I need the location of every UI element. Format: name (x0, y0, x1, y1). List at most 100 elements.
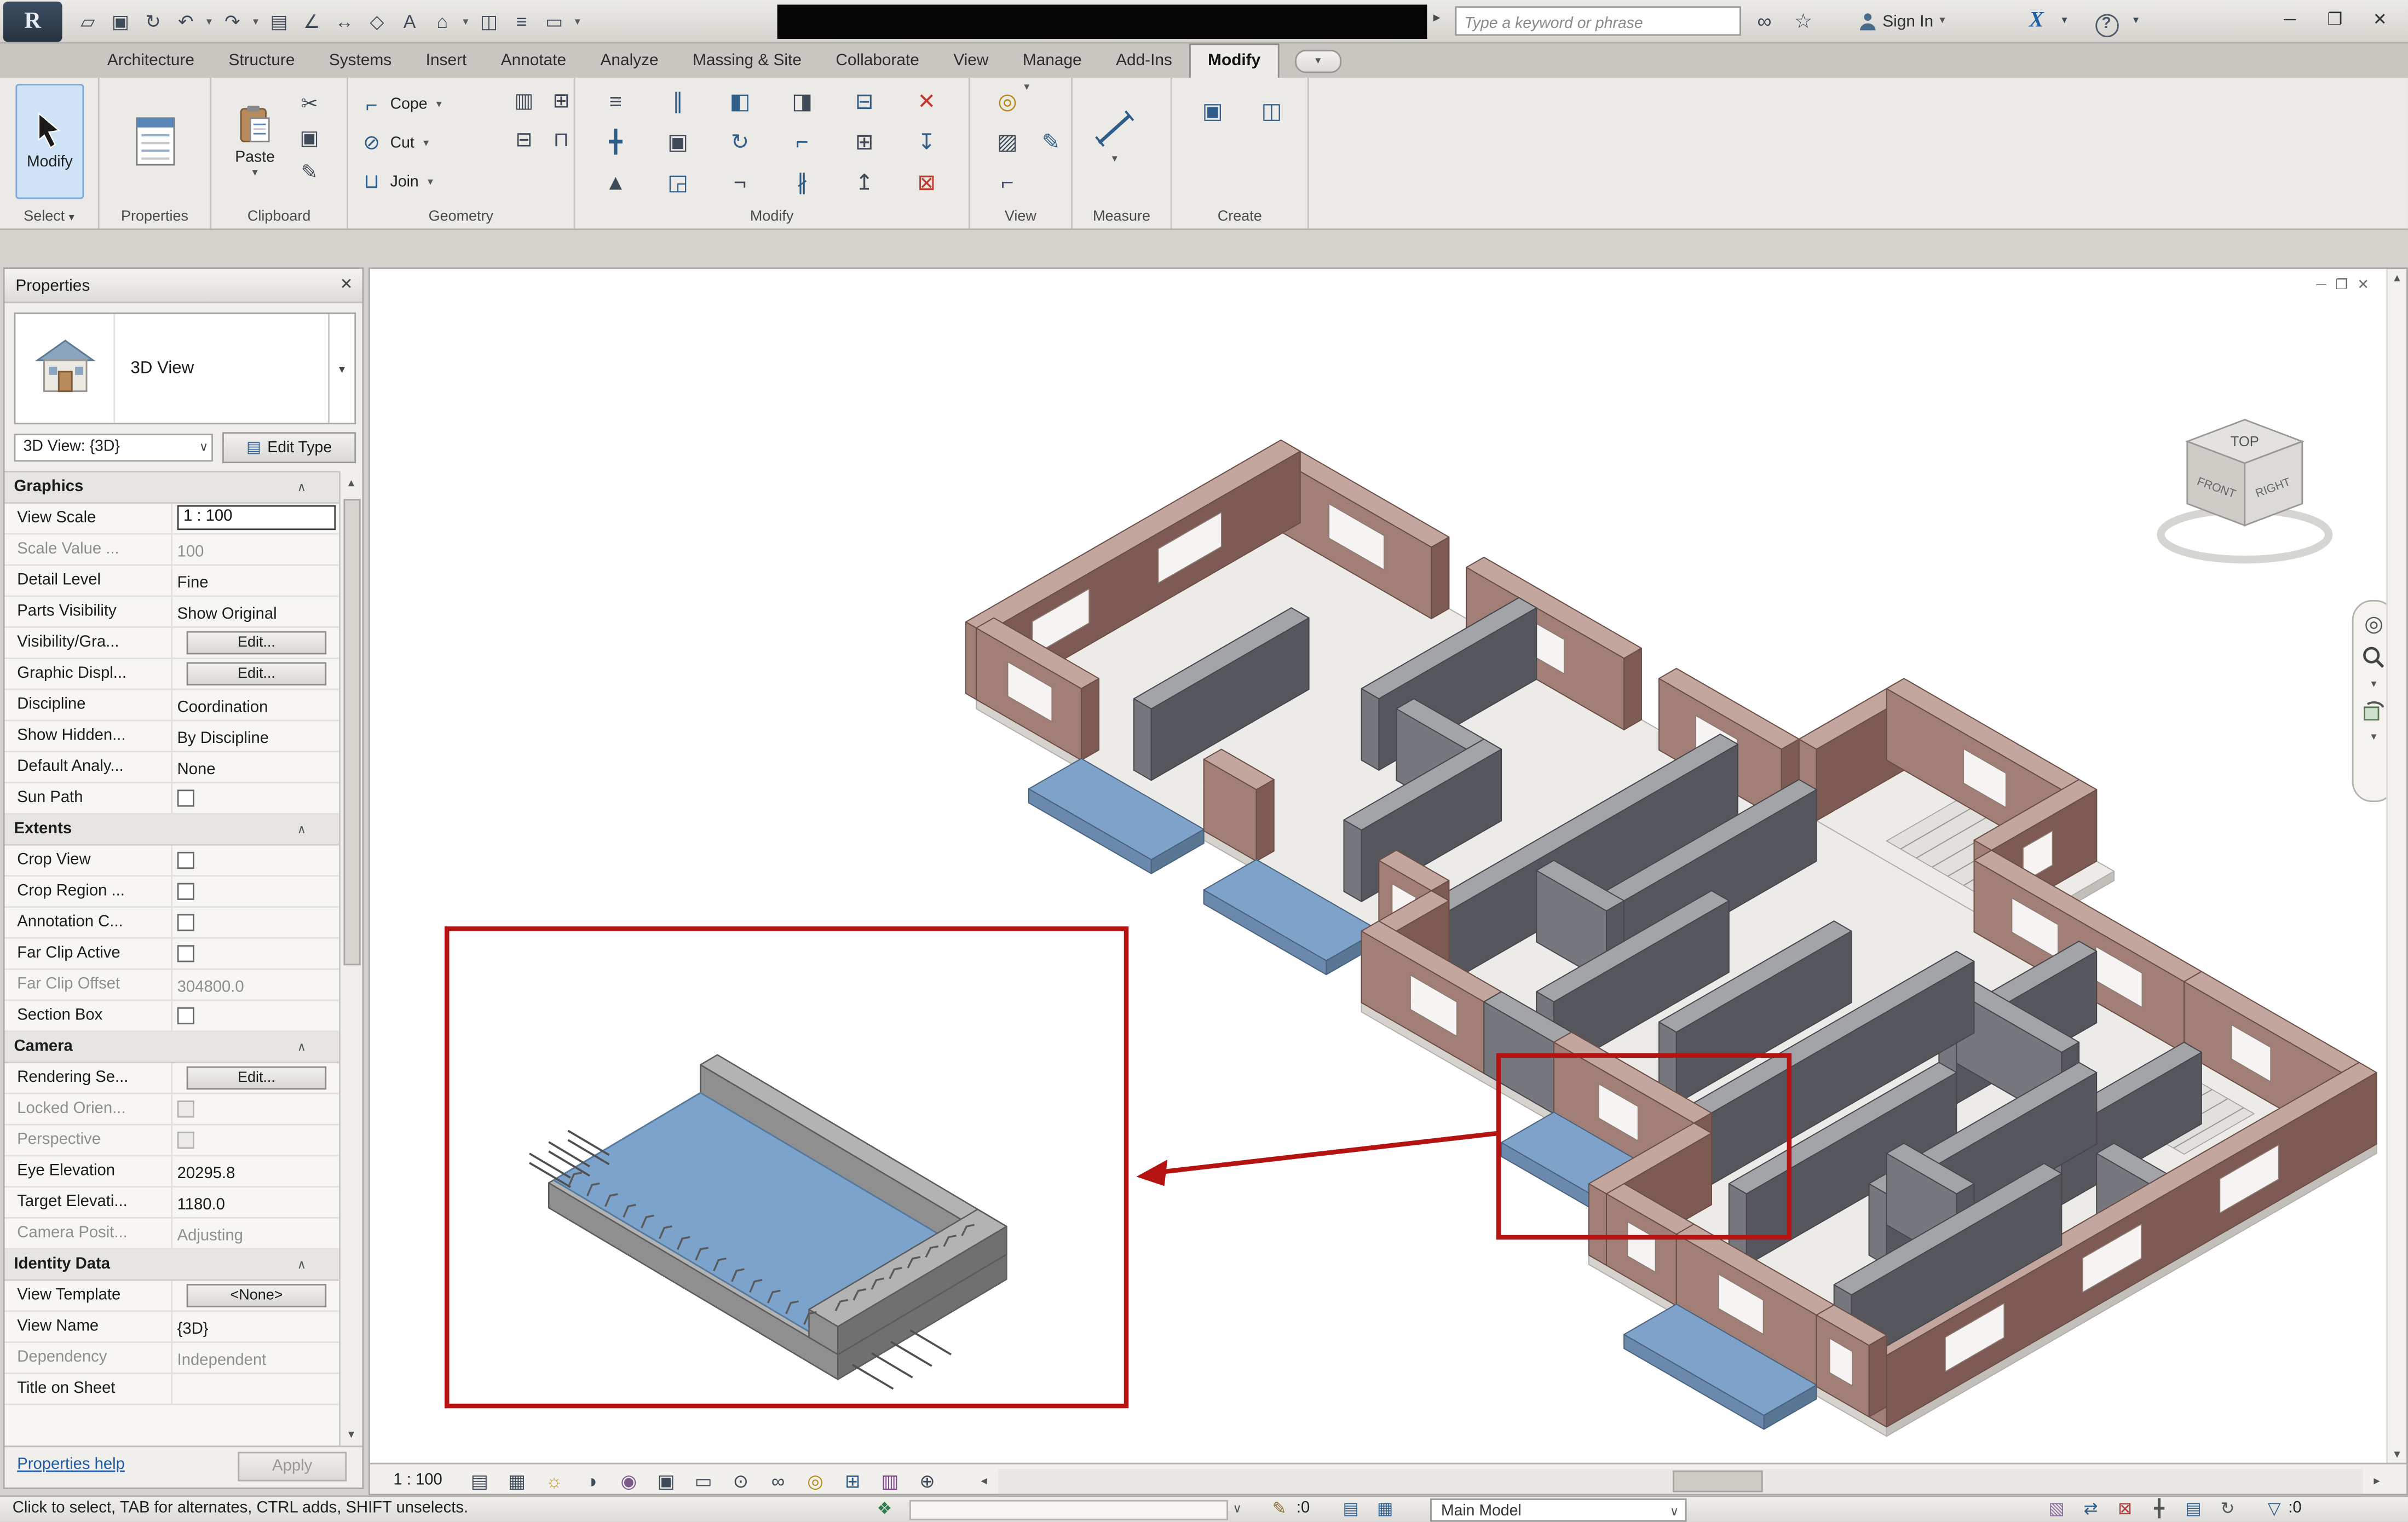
combo-arrow-icon[interactable]: ∨ (1232, 1497, 1242, 1522)
move-icon[interactable]: ╋ (585, 121, 647, 162)
scroll-down-icon[interactable]: ▾ (341, 1424, 362, 1446)
scale-icon[interactable]: ◲ (647, 162, 709, 202)
split-gap-icon[interactable]: ∦ (771, 162, 833, 202)
search-binoculars-icon[interactable]: ∞ (1747, 0, 1781, 43)
view-window-controls[interactable]: ─❐✕ (2316, 276, 2378, 293)
design-options-icon[interactable]: ▧ (2040, 1497, 2073, 1521)
chevron-down-icon[interactable]: ▾ (328, 314, 354, 423)
property-value-text[interactable]: {3D} (177, 1321, 209, 1338)
scrollbar-thumb[interactable] (1673, 1471, 1763, 1492)
worksets-dialog-icon[interactable]: ▦ (1368, 1497, 1402, 1522)
active-workset-selector[interactable]: Main Model ∨ (1430, 1498, 1686, 1522)
edit-button[interactable]: Edit... (187, 662, 327, 685)
panel-label-properties[interactable]: Properties (100, 205, 210, 229)
offset-icon[interactable]: ∥ (647, 81, 709, 122)
horizontal-scrollbar[interactable] (998, 1469, 2363, 1494)
unjoin-icon[interactable]: ⊠ (895, 162, 958, 202)
tab-analyze[interactable]: Analyze (583, 45, 676, 78)
exchange-apps-icon[interactable]: X (2021, 0, 2052, 43)
create-group-icon[interactable]: ▣ (1182, 90, 1244, 131)
property-value-text[interactable]: Independent (177, 1352, 267, 1369)
qat-overflow-icon[interactable]: ▸ (1433, 9, 1441, 26)
beam-joins-icon[interactable]: ⊟ (507, 123, 541, 157)
subscription-star-icon[interactable]: ☆ (1788, 0, 1819, 43)
chevron-down-icon[interactable]: ▾ (2055, 0, 2073, 43)
cope-tool[interactable]: ⌐Cope▾ (358, 85, 446, 123)
section-header-extents[interactable]: Extents∧ (5, 815, 341, 846)
detail-level-icon[interactable]: ▤ (461, 1469, 498, 1491)
checkbox[interactable] (177, 945, 194, 962)
tab-collaborate[interactable]: Collaborate (819, 45, 936, 78)
paste-button[interactable]: Paste ▾ (224, 84, 286, 199)
property-value-text[interactable]: None (177, 762, 216, 779)
collapse-chevron-icon[interactable]: ∧ (297, 472, 307, 502)
worksets-icon[interactable]: ▤ (1334, 1497, 1368, 1522)
view-scale-button[interactable]: 1 : 100 (393, 1472, 442, 1489)
press-drag-icon[interactable]: ╋ (2142, 1497, 2176, 1521)
property-value-text[interactable]: Adjusting (177, 1228, 243, 1245)
save-icon[interactable]: ▣ (104, 2, 137, 42)
section-header-camera[interactable]: Camera∧ (5, 1032, 341, 1063)
undo-icon[interactable]: ↶ (169, 2, 202, 42)
property-value-text[interactable]: 304800.0 (177, 979, 244, 996)
delete-icon[interactable]: ✕ (895, 81, 958, 122)
property-value-text[interactable]: 100 (177, 544, 204, 561)
trim-multiple-icon[interactable]: ¬ (709, 162, 771, 202)
properties-help-link[interactable]: Properties help (17, 1456, 125, 1473)
editing-requests-icon[interactable]: ✎ (1262, 1497, 1296, 1522)
editable-only-icon[interactable]: ▤ (2176, 1497, 2210, 1521)
properties-palette-button[interactable] (121, 87, 189, 196)
tab-annotate[interactable]: Annotate (483, 45, 583, 78)
type-selector[interactable]: 3D View ▾ (14, 313, 356, 424)
sun-path-icon[interactable]: ☼ (535, 1469, 573, 1491)
panel-label-geometry[interactable]: Geometry (348, 205, 574, 229)
dropdown-icon[interactable]: ▾ (249, 15, 263, 28)
background-processes-icon[interactable]: ↻ (2210, 1497, 2244, 1521)
vertical-scrollbar[interactable]: ▴ ▾ (2386, 269, 2406, 1463)
measure-button[interactable]: ▾ (1088, 90, 1141, 183)
reveal-hidden-elements-icon[interactable]: ◎ (797, 1469, 834, 1491)
close-icon[interactable]: ✕ (340, 269, 353, 303)
open-icon[interactable]: ▱ (72, 2, 105, 42)
scroll-up-icon[interactable]: ▴ (341, 472, 362, 494)
active-only-icon[interactable]: ⇄ (2073, 1497, 2107, 1521)
worksharing-display-icon[interactable]: ⊞ (834, 1469, 871, 1491)
tab-massing-site[interactable]: Massing & Site (676, 45, 819, 78)
section-header-graphics[interactable]: Graphics∧ (5, 472, 341, 504)
chevron-down-icon[interactable]: ▾ (419, 137, 433, 149)
help-icon[interactable]: ? (2091, 0, 2122, 43)
application-menu-button[interactable]: R (3, 2, 62, 42)
tab-manage[interactable]: Manage (1006, 45, 1099, 78)
unpin-icon[interactable]: ↥ (833, 162, 896, 202)
panel-label-view[interactable]: View (970, 205, 1071, 229)
split-element-icon[interactable]: ⊟ (833, 81, 896, 122)
dropdown-icon[interactable]: ▾ (459, 15, 473, 28)
tab-systems[interactable]: Systems (312, 45, 409, 78)
close-button[interactable]: ✕ (2358, 3, 2401, 37)
chevron-down-icon[interactable]: ▾ (423, 176, 437, 188)
tab-insert[interactable]: Insert (408, 45, 483, 78)
tab-add-ins[interactable]: Add-Ins (1099, 45, 1189, 78)
create-similar-icon[interactable]: ◫ (1241, 90, 1303, 131)
checkbox[interactable] (177, 789, 194, 806)
panel-label-measure[interactable]: Measure (1073, 205, 1171, 229)
rendering-dialog-icon[interactable]: ◉ (610, 1469, 647, 1491)
aligned-dimension-icon[interactable]: ↔ (328, 2, 361, 42)
property-value-text[interactable]: 1180.0 (177, 1197, 225, 1214)
dropdown-icon[interactable]: ▾ (202, 15, 216, 28)
cut-tool[interactable]: ⊘Cut▾ (358, 124, 433, 162)
cut-profile-view-icon[interactable]: ⌐ (976, 162, 1039, 202)
section-icon[interactable]: ◫ (473, 2, 505, 42)
property-value-text[interactable]: By Discipline (177, 730, 269, 747)
tag-by-category-icon[interactable]: ◇ (361, 2, 394, 42)
properties-palette-header[interactable]: Properties ✕ (5, 269, 362, 303)
temporary-view-properties-icon[interactable]: ▥ (871, 1469, 908, 1491)
ribbon-display-toggle[interactable]: ▾ (1295, 50, 1341, 73)
checkbox[interactable] (177, 852, 194, 869)
edit-type-button[interactable]: ▤ Edit Type (222, 432, 356, 463)
text-icon[interactable]: A (393, 2, 426, 42)
apply-button[interactable]: Apply (238, 1452, 347, 1481)
checkbox[interactable] (177, 883, 194, 900)
mirror-draw-axis-icon[interactable]: ◨ (771, 81, 833, 122)
demolish-icon[interactable]: ⊓ (544, 123, 578, 157)
